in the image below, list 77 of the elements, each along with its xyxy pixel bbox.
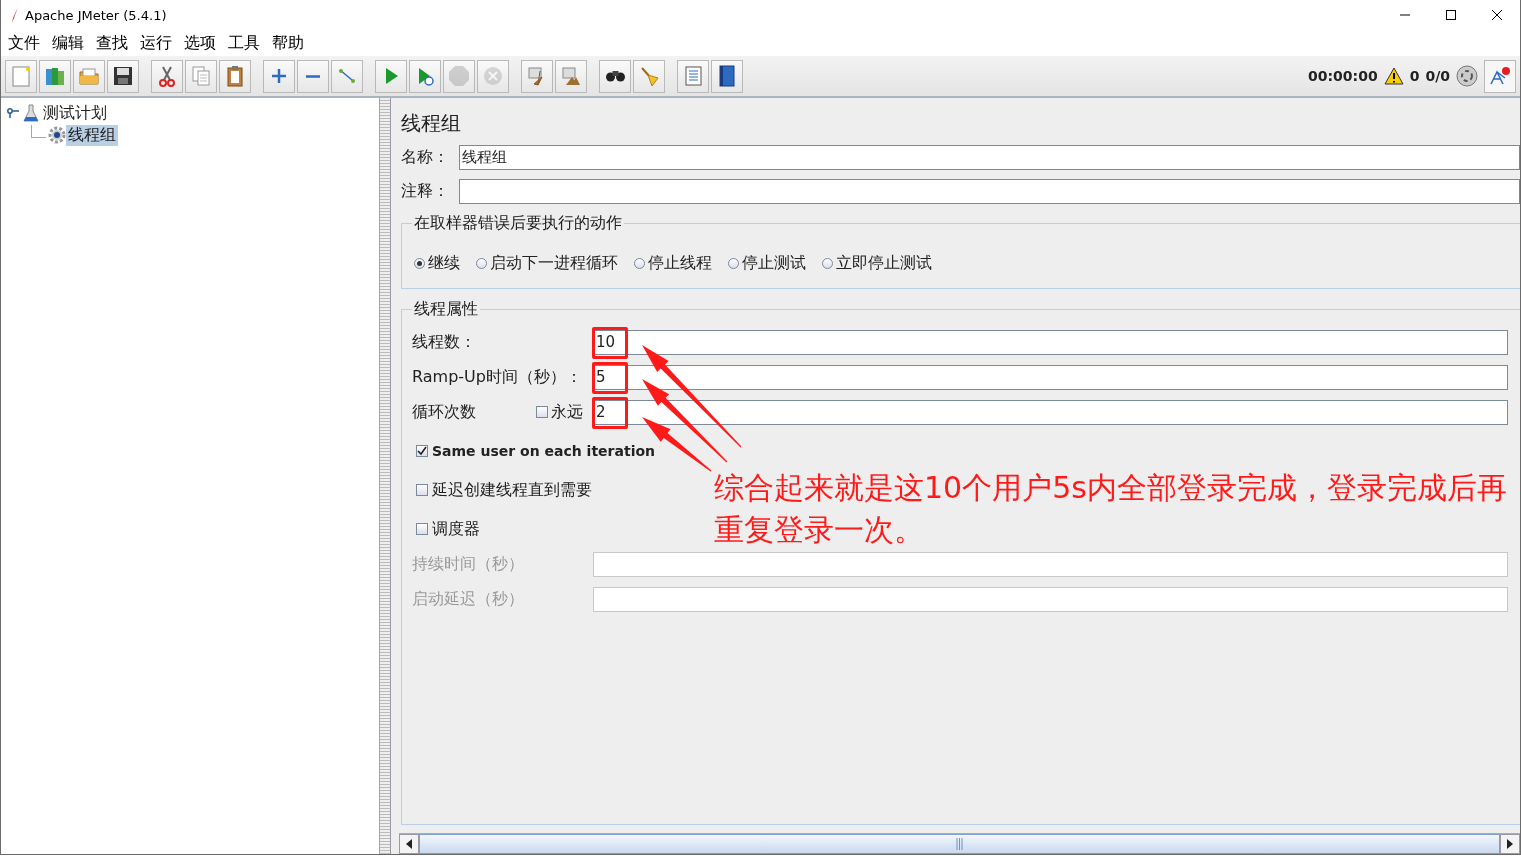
field-label: 持续时间（秒）: [412, 553, 525, 575]
menu-item[interactable]: 选项: [179, 32, 223, 54]
elapsed-time: 00:00:00: [1308, 68, 1378, 84]
comment-field[interactable]: [459, 179, 1520, 204]
close-icon: [1492, 10, 1502, 20]
radio-option[interactable]: 停止测试: [728, 252, 806, 274]
scroll-right-button[interactable]: [1500, 834, 1520, 854]
checkbox[interactable]: [416, 445, 428, 457]
field-label: 启动延迟（秒）: [412, 588, 525, 610]
warning-icon: [1383, 67, 1404, 85]
check-icon: [417, 446, 427, 456]
radio-option[interactable]: 停止线程: [634, 252, 712, 274]
tree-item[interactable]: 线程组: [66, 124, 118, 146]
field-label: 循环次数: [412, 401, 477, 423]
book-icon: [716, 65, 738, 87]
scroll-left-button[interactable]: [399, 834, 419, 854]
checkbox-option[interactable]: Same user on each iteration: [412, 438, 655, 464]
field-label: 线程数：: [412, 331, 477, 353]
checkbox[interactable]: [416, 523, 428, 535]
scrollbar-thumb[interactable]: [419, 834, 1500, 854]
clipboard-icon: [224, 65, 246, 87]
panel-title: 线程组: [401, 110, 462, 137]
checkbox-option[interactable]: 调度器: [412, 516, 480, 542]
scissors-icon: [156, 65, 178, 87]
right-arrow-icon: [1506, 839, 1514, 849]
copy-icon: [190, 65, 212, 87]
checkbox-option[interactable]: 延迟创建线程直到需要: [412, 477, 592, 503]
maximize-icon: [1446, 10, 1456, 20]
binoculars-icon: [605, 70, 625, 82]
menu-item[interactable]: 查找: [91, 32, 135, 54]
field-label: 名称：: [401, 147, 450, 168]
radio-button[interactable]: [634, 257, 645, 269]
grip-icon: [956, 838, 963, 850]
menu-item[interactable]: 编辑: [47, 32, 91, 54]
checkbox[interactable]: [536, 406, 548, 418]
radio-option[interactable]: 立即停止测试: [822, 252, 932, 274]
menu-item[interactable]: 文件: [3, 32, 47, 54]
menu-item[interactable]: 工具: [223, 32, 267, 54]
field-value: 5: [596, 368, 606, 386]
radio-button[interactable]: [476, 257, 487, 269]
thread-count: 0/0: [1425, 68, 1450, 84]
menu-item[interactable]: 帮助: [267, 32, 311, 54]
field-label: 注释：: [401, 181, 450, 202]
minus-icon: [306, 74, 320, 78]
checkbox[interactable]: [416, 484, 428, 496]
folder-icon: [78, 65, 100, 87]
group-title: 线程属性: [413, 299, 479, 320]
radio-button[interactable]: [414, 257, 425, 269]
toolbar-button[interactable]: [107, 59, 139, 93]
left-arrow-icon: [405, 839, 413, 849]
expand-handle-icon[interactable]: [7, 108, 21, 118]
warning-count: 0: [1409, 68, 1420, 84]
document-icon: [10, 65, 32, 87]
toolbar-button[interactable]: [599, 59, 631, 93]
radio-option[interactable]: 继续: [414, 252, 460, 274]
circle-icon: [1456, 65, 1478, 87]
name-field[interactable]: 线程组: [459, 145, 1520, 170]
list-icon: [682, 65, 704, 87]
field-value: 2: [596, 403, 606, 421]
flask-icon: [23, 104, 41, 122]
radio-button[interactable]: [728, 257, 739, 269]
field-value: 10: [596, 333, 616, 351]
octagon-icon: [448, 65, 470, 87]
radio-button[interactable]: [822, 257, 833, 269]
books-icon: [44, 65, 66, 87]
menu-item[interactable]: 运行: [135, 32, 179, 54]
field-label: Ramp-Up时间（秒）：: [412, 366, 583, 388]
window-title: Apache JMeter (5.4.1): [25, 7, 168, 23]
checkbox-option[interactable]: 永远: [536, 401, 583, 423]
tree-item[interactable]: 测试计划: [41, 102, 109, 124]
log-button[interactable]: [1484, 59, 1516, 93]
toolbar-button[interactable]: [711, 59, 743, 93]
group-title: 在取样器错误后要执行的动作: [413, 213, 623, 234]
feather-icon: [11, 7, 19, 23]
annotation-text: 综合起来就是这10个用户5s内全部登录完成，登录完成后再重复登录一次。: [714, 469, 1508, 549]
x-circle-icon: [482, 65, 504, 87]
radio-option[interactable]: 启动下一进程循环: [476, 252, 618, 274]
